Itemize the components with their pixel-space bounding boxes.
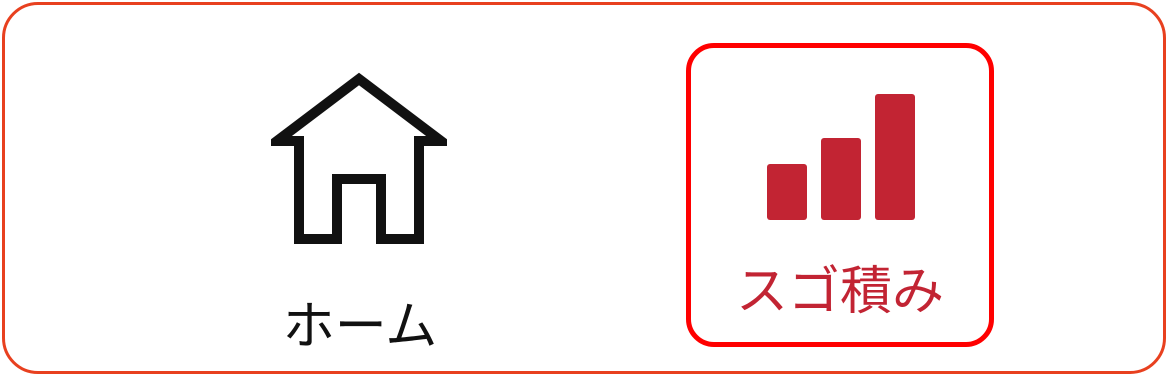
nav-item-home[interactable]: ホーム	[235, 45, 485, 357]
home-icon	[271, 72, 447, 244]
nav-item-sugotsumi-label: スゴ積み	[735, 262, 944, 322]
nav-item-sugotsumi[interactable]: スゴ積み	[686, 43, 994, 347]
nav-item-home-label: ホーム	[282, 297, 438, 357]
bar-chart-icon	[767, 94, 915, 220]
bottom-nav-frame: ホーム スゴ積み	[2, 2, 1166, 374]
